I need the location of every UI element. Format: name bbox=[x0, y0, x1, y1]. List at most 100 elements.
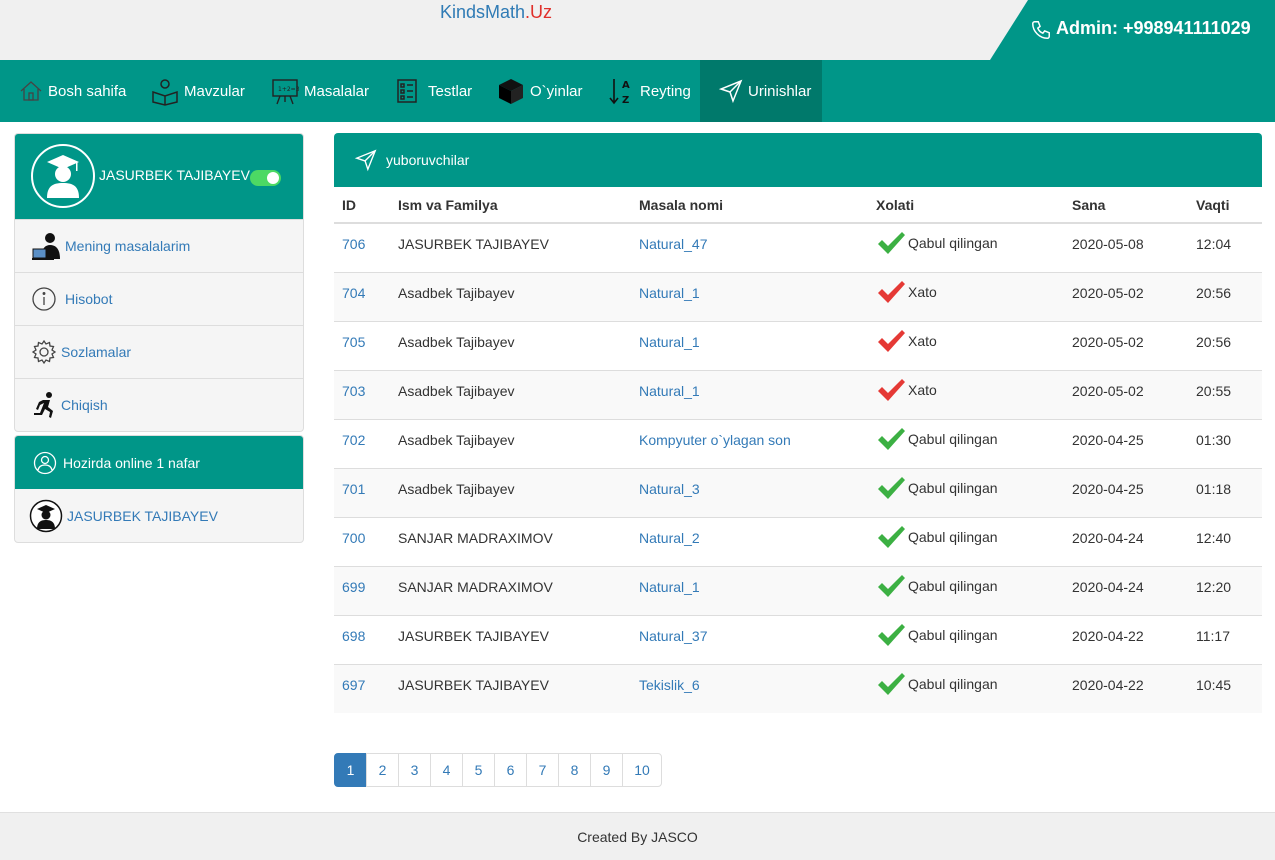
cell-status: Xato bbox=[868, 320, 1064, 370]
panel-title: yuboruvchilar bbox=[386, 152, 470, 168]
submissions-panel: yuboruvchilar ID Ism va Familya Masala n… bbox=[334, 133, 1262, 713]
cell-time: 10:45 bbox=[1188, 663, 1262, 713]
user-desk-icon bbox=[32, 233, 60, 260]
cell-id[interactable]: 700 bbox=[334, 516, 390, 566]
cell-problem[interactable]: Natural_37 bbox=[631, 614, 868, 664]
footer: Created By JASCO bbox=[0, 812, 1275, 860]
cell-status: Qabul qilingan bbox=[868, 565, 1064, 615]
cell-id[interactable]: 699 bbox=[334, 565, 390, 615]
user-sidebar-card: JASURBEK TAJIBAYEV Mening masalalarim Hi… bbox=[14, 133, 304, 432]
cell-time: 20:55 bbox=[1188, 369, 1262, 419]
reader-icon bbox=[152, 79, 178, 106]
online-toggle[interactable] bbox=[250, 170, 281, 186]
cell-name: JASURBEK TAJIBAYEV bbox=[390, 614, 631, 664]
cell-date: 2020-04-25 bbox=[1064, 467, 1188, 517]
status-text: Qabul qilingan bbox=[908, 675, 998, 692]
check-icon bbox=[878, 623, 905, 646]
nav-item-label: Reyting bbox=[640, 82, 691, 100]
table-row: 700 SANJAR MADRAXIMOV Natural_2 Qabul qilin… bbox=[334, 516, 1262, 566]
user-name: JASURBEK TAJIBAYEV bbox=[99, 167, 250, 183]
nav-item-label: Testlar bbox=[428, 82, 473, 100]
graduate-avatar-icon bbox=[29, 499, 63, 532]
svg-text:Z: Z bbox=[622, 95, 629, 106]
cell-id[interactable]: 697 bbox=[334, 663, 390, 713]
cell-problem[interactable]: Natural_1 bbox=[631, 271, 868, 321]
online-user-item[interactable]: JASURBEK TAJIBAYEV bbox=[15, 489, 303, 542]
page-link[interactable]: 2 bbox=[366, 753, 399, 787]
cell-time: 12:20 bbox=[1188, 565, 1262, 615]
cell-date: 2020-05-02 bbox=[1064, 271, 1188, 321]
column-header-id[interactable]: ID bbox=[334, 187, 390, 224]
nav-item-label: Bosh sahifa bbox=[48, 82, 127, 100]
nav-item-label: Urinishlar bbox=[748, 82, 812, 100]
cell-name: SANJAR MADRAXIMOV bbox=[390, 565, 631, 615]
column-header-problem[interactable]: Masala nomi bbox=[631, 187, 868, 224]
nav-item-games[interactable]: O`yinlar bbox=[496, 60, 583, 122]
cell-problem[interactable]: Natural_1 bbox=[631, 369, 868, 419]
sort-az-icon: AZ bbox=[609, 79, 630, 106]
status-text: Qabul qilingan bbox=[908, 235, 998, 251]
online-user-name: JASURBEK TAJIBAYEV bbox=[67, 507, 218, 524]
page-link[interactable]: 8 bbox=[558, 753, 591, 787]
column-header-time[interactable]: Vaqti bbox=[1188, 187, 1262, 224]
page-link[interactable]: 3 bbox=[398, 753, 431, 787]
cell-problem[interactable]: Natural_3 bbox=[631, 467, 868, 517]
table-row: 699 SANJAR MADRAXIMOV Natural_1 Qabul qilin… bbox=[334, 565, 1262, 615]
column-header-status[interactable]: Xolati bbox=[868, 187, 1064, 224]
logo-text-main: KindsMath bbox=[440, 2, 526, 22]
cell-id[interactable]: 703 bbox=[334, 369, 390, 419]
page-link[interactable]: 9 bbox=[590, 753, 623, 787]
cell-problem[interactable]: Tekislik_6 bbox=[631, 663, 868, 713]
cell-id[interactable]: 702 bbox=[334, 418, 390, 468]
page-link[interactable]: 5 bbox=[462, 753, 495, 787]
column-header-date[interactable]: Sana bbox=[1064, 187, 1188, 224]
sidebar-item-my-problems[interactable]: Mening masalalarim bbox=[15, 219, 303, 272]
page-link[interactable]: 7 bbox=[526, 753, 559, 787]
table-row: 701 Asadbek Tajibayev Natural_3 Qabul qilin… bbox=[334, 467, 1262, 517]
cell-problem[interactable]: Natural_1 bbox=[631, 320, 868, 370]
page-link[interactable]: 10 bbox=[622, 753, 662, 787]
cell-problem[interactable]: Natural_47 bbox=[631, 222, 868, 272]
sidebar-item-settings[interactable]: Sozlamalar bbox=[15, 325, 303, 378]
nav-item-label: Masalalar bbox=[304, 82, 370, 100]
online-users-title: Hozirda online 1 nafar bbox=[63, 454, 200, 471]
column-header-name[interactable]: Ism va Familya bbox=[390, 187, 631, 224]
page-link[interactable]: 6 bbox=[494, 753, 527, 787]
gear-icon bbox=[31, 339, 57, 365]
nav-item-rating[interactable]: AZ Reyting bbox=[608, 60, 691, 122]
home-icon bbox=[20, 81, 42, 101]
cell-id[interactable]: 705 bbox=[334, 320, 390, 370]
check-icon bbox=[878, 476, 905, 499]
table-row: 705 Asadbek Tajibayev Natural_1 Xato 2020-05… bbox=[334, 320, 1262, 370]
nav-item-topics[interactable]: Mavzular bbox=[150, 60, 245, 122]
nav-item-problems[interactable]: 1+2=3 Masalalar bbox=[270, 60, 369, 122]
cell-id[interactable]: 704 bbox=[334, 271, 390, 321]
nav-item-attempts[interactable]: Urinishlar bbox=[700, 60, 822, 122]
sidebar-item-logout[interactable]: Chiqish bbox=[15, 378, 303, 431]
nav-item-label: Mavzular bbox=[184, 82, 245, 100]
check-icon bbox=[878, 525, 905, 548]
nav-item-tests[interactable]: Testlar bbox=[396, 60, 472, 122]
admin-contact-banner: Admin: +998941111029 bbox=[990, 0, 1275, 60]
cell-id[interactable]: 706 bbox=[334, 222, 390, 272]
cell-problem[interactable]: Kompyuter o`ylagan son bbox=[631, 418, 868, 468]
cell-date: 2020-04-24 bbox=[1064, 565, 1188, 615]
page-link[interactable]: 4 bbox=[430, 753, 463, 787]
cell-date: 2020-05-02 bbox=[1064, 369, 1188, 419]
page-link[interactable]: 1 bbox=[334, 753, 367, 787]
table-row: 697 JASURBEK TAJIBAYEV Tekislik_6 Qabul qil… bbox=[334, 663, 1262, 713]
cell-id[interactable]: 701 bbox=[334, 467, 390, 517]
panel-header: yuboruvchilar bbox=[334, 133, 1262, 187]
site-logo[interactable]: KindsMath.Uz bbox=[440, 2, 552, 23]
sidebar-item-report[interactable]: Hisobot bbox=[15, 272, 303, 325]
submissions-table: ID Ism va Familya Masala nomi Xolati San… bbox=[334, 187, 1262, 713]
table-row: 706 JASURBEK TAJIBAYEV Natural_47 Qabul qil… bbox=[334, 222, 1262, 272]
send-icon bbox=[718, 79, 743, 104]
cell-id[interactable]: 698 bbox=[334, 614, 390, 664]
cell-problem[interactable]: Natural_2 bbox=[631, 516, 868, 566]
cell-status: Qabul qilingan bbox=[868, 663, 1064, 713]
cell-problem[interactable]: Natural_1 bbox=[631, 565, 868, 615]
footer-credit: Created By JASCO bbox=[577, 828, 698, 845]
nav-item-label: O`yinlar bbox=[530, 82, 583, 100]
nav-item-home[interactable]: Bosh sahifa bbox=[18, 60, 126, 122]
